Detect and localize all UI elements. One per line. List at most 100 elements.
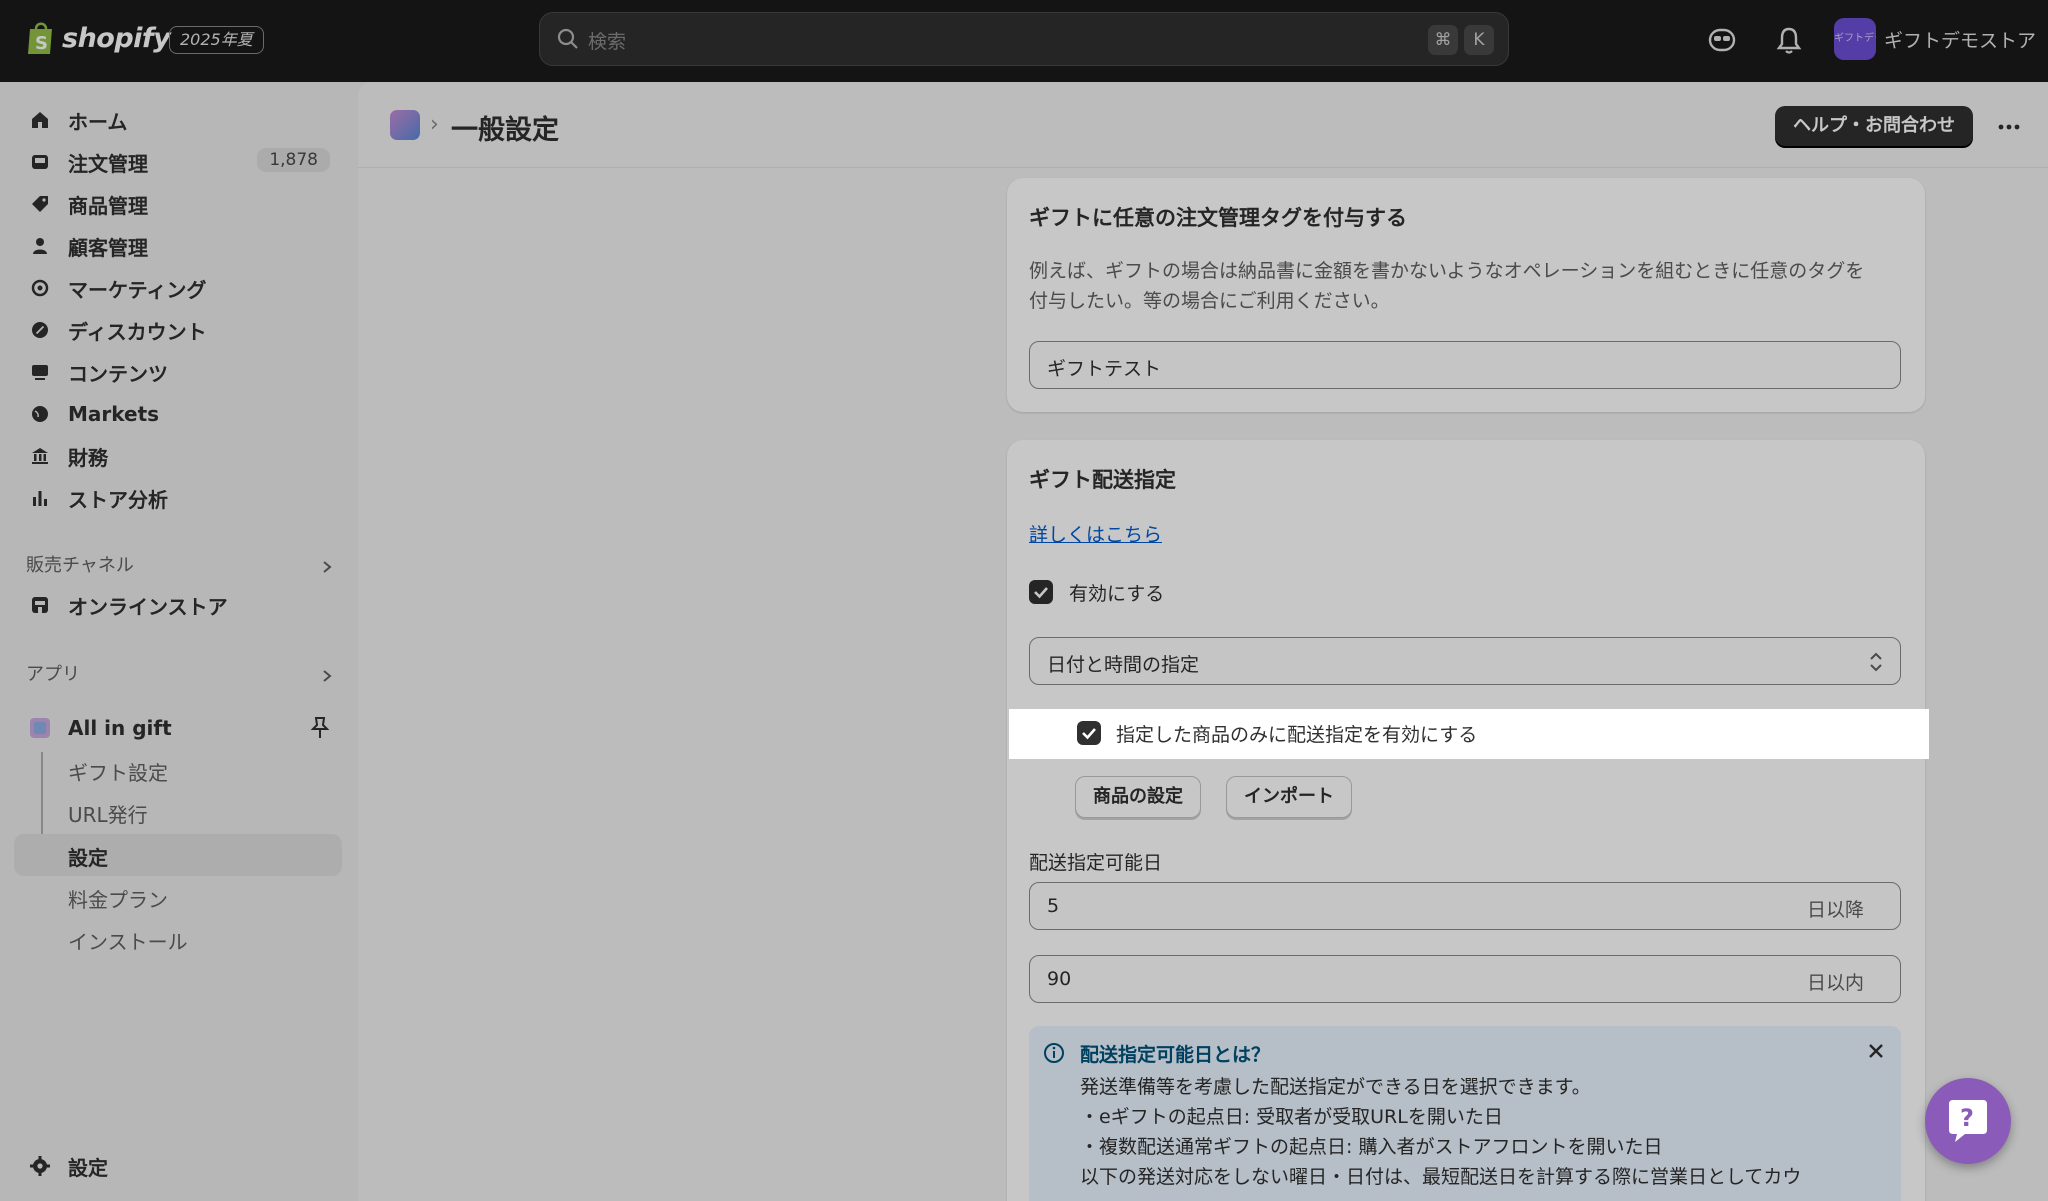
enable-checkbox[interactable]: [1029, 580, 1053, 604]
sidebar-item-customers[interactable]: 顧客管理: [14, 226, 342, 266]
chat-support-button[interactable]: ?: [1925, 1078, 2011, 1164]
min-days-input[interactable]: 5 日以降: [1029, 882, 1901, 930]
sidebar-item-finance[interactable]: 財務: [14, 436, 342, 476]
order-count-badge: 1,878: [257, 148, 330, 172]
enable-label: 有効にする: [1069, 583, 1165, 605]
sidebar-item-analytics[interactable]: ストア分析: [14, 478, 342, 518]
order-tag-input[interactable]: ギフトテスト: [1029, 341, 1901, 389]
card-title: ギフトに任意の注文管理タグを付与する: [1029, 206, 1407, 230]
sidebar-item-label: コンテンツ: [68, 361, 168, 386]
checkmark-icon: [1082, 728, 1096, 740]
chevron-right-icon[interactable]: [320, 560, 334, 574]
sidekick-icon[interactable]: [1706, 24, 1738, 56]
sidebar-item-label: All in gift: [68, 716, 172, 740]
svg-text:S: S: [35, 33, 48, 54]
sidebar-item-online-store[interactable]: オンラインストア: [14, 585, 342, 625]
sidebar-item-label: 注文管理: [68, 151, 148, 176]
person-icon: [28, 234, 52, 258]
top-bar: S shopify 2025年夏 検索 ⌘ K ギフトデモストア ギフトデモスト…: [0, 0, 2048, 82]
card-title: ギフト配送指定: [1029, 468, 1176, 492]
sidebar-item-label: マーケティング: [68, 277, 207, 302]
info-line2: ・eギフトの起点日: 受取者が受取URLを開いた日: [1080, 1106, 1503, 1128]
content-icon: [28, 360, 52, 384]
more-options-icon[interactable]: [1994, 112, 2024, 142]
sidebar-item-marketing[interactable]: マーケティング: [14, 268, 342, 308]
close-icon[interactable]: [1867, 1042, 1885, 1060]
store-icon: [28, 593, 52, 617]
max-days-suffix: 日以内: [1806, 972, 1864, 994]
app-breadcrumb-icon[interactable]: [390, 110, 420, 140]
info-icon: [1044, 1043, 1064, 1063]
svg-text:?: ?: [1960, 1104, 1974, 1132]
shortcut-k-key: K: [1464, 25, 1494, 55]
sidebar-item-markets[interactable]: Markets: [14, 394, 342, 434]
store-name: ギフトデモストア: [1884, 29, 2037, 52]
sidebar-item-settings[interactable]: 設定: [14, 1146, 342, 1186]
sidebar-item-orders[interactable]: 注文管理 1,878: [14, 142, 342, 182]
min-days-suffix: 日以降: [1806, 899, 1864, 921]
sidebar-item-label: ストア分析: [68, 487, 168, 512]
sidebar-item-all-in-gift[interactable]: All in gift: [14, 708, 342, 748]
select-chevron-icon: [1870, 652, 1882, 672]
sidebar-item-label: 顧客管理: [68, 235, 148, 260]
sidebar-item-home[interactable]: ホーム: [14, 100, 342, 140]
tag-icon: [28, 192, 52, 216]
sub-item-gift-settings[interactable]: ギフト設定: [68, 757, 168, 786]
details-link[interactable]: 詳しくはこちら: [1029, 520, 1162, 547]
info-line1: 発送準備等を考慮した配送指定ができる日を選択できます。: [1080, 1076, 1591, 1098]
sidebar-item-products[interactable]: 商品管理: [14, 184, 342, 224]
delivery-mode-select[interactable]: 日付と時間の指定: [1029, 637, 1901, 685]
main-content: › 一般設定 ヘルプ・お問合わせ ギフトに任意の注文管理タグを付与する 例えば、…: [358, 82, 2048, 1201]
import-button[interactable]: インポート: [1226, 776, 1352, 818]
apps-heading[interactable]: アプリ: [26, 660, 80, 686]
sub-item-install[interactable]: インストール: [68, 926, 188, 955]
order-tag-card: ギフトに任意の注文管理タグを付与する 例えば、ギフトの場合は納品書に金額を書かな…: [1007, 178, 1925, 412]
edition-badge[interactable]: 2025年夏: [169, 26, 264, 54]
sales-channels-heading[interactable]: 販売チャネル: [26, 551, 134, 577]
globe-icon: [28, 402, 52, 426]
page-header: › 一般設定 ヘルプ・お問合わせ: [358, 82, 2048, 168]
available-days-label: 配送指定可能日: [1029, 852, 1163, 874]
breadcrumb-chevron-icon: ›: [430, 112, 439, 137]
home-icon: [28, 108, 52, 132]
search-bar[interactable]: 検索 ⌘ K: [539, 12, 1509, 66]
chevron-right-icon[interactable]: [320, 669, 334, 683]
sub-item-pricing[interactable]: 料金プラン: [68, 884, 168, 913]
sidebar-item-content[interactable]: コンテンツ: [14, 352, 342, 392]
sidebar-item-label: 商品管理: [68, 193, 148, 218]
info-line4: 以下の発送対応をしない曜日・日付は、最短配送日を計算する際に営業日としてカウ: [1080, 1166, 1802, 1188]
info-line3: ・複数配送通常ギフトの起点日: 購入者がストアフロントを開いた日: [1080, 1136, 1663, 1158]
store-switcher[interactable]: ギフトデモストア ギフトデモストア: [1834, 18, 2036, 60]
help-contact-button[interactable]: ヘルプ・お問合わせ: [1775, 106, 1973, 146]
min-days-value: 5: [1047, 895, 1060, 917]
card-description-line2: 付与したい。等の場合にご利用ください。: [1029, 290, 1390, 312]
search-icon: [557, 28, 578, 49]
product-settings-button[interactable]: 商品の設定: [1075, 776, 1201, 818]
sub-item-settings[interactable]: 設定: [68, 842, 108, 871]
card-description-line1: 例えば、ギフトの場合は納品書に金額を書かないようなオペレーションを組むときに任意…: [1029, 260, 1865, 282]
max-days-input[interactable]: 90 日以内: [1029, 955, 1901, 1003]
info-title: 配送指定可能日とは？: [1080, 1044, 1271, 1066]
sidebar-item-label: 設定: [68, 1155, 108, 1180]
product-only-checkbox[interactable]: [1077, 721, 1101, 745]
bar-chart-icon: [28, 486, 52, 510]
bell-icon[interactable]: [1773, 24, 1805, 56]
pin-icon[interactable]: [309, 716, 331, 740]
gear-icon: [28, 1154, 52, 1178]
bank-icon: [28, 444, 52, 468]
app-icon: [28, 716, 52, 740]
store-avatar: ギフトデモストア: [1834, 18, 1876, 60]
shortcut-cmd-key: ⌘: [1428, 25, 1458, 55]
sub-item-url-issue[interactable]: URL発行: [68, 799, 148, 828]
sidebar: ホーム 注文管理 1,878 商品管理 顧客管理 マーケティング ディスカウント…: [0, 82, 358, 1201]
page-title: 一般設定: [451, 115, 559, 146]
sidebar-item-label: ディスカウント: [68, 319, 207, 344]
delivery-mode-value: 日付と時間の指定: [1047, 654, 1200, 676]
inbox-icon: [28, 150, 52, 174]
sidebar-item-label: オンラインストア: [68, 594, 228, 619]
shopify-logo[interactable]: S shopify: [26, 20, 171, 56]
gift-delivery-card: ギフト配送指定 詳しくはこちら 有効にする 日付と時間の指定 商品の設定 インポ…: [1007, 440, 1925, 1201]
info-banner: 配送指定可能日とは？ 発送準備等を考慮した配送指定ができる日を選択できます。 ・…: [1029, 1026, 1901, 1201]
sub-item-active-bg: [14, 834, 342, 876]
sidebar-item-discounts[interactable]: ディスカウント: [14, 310, 342, 350]
